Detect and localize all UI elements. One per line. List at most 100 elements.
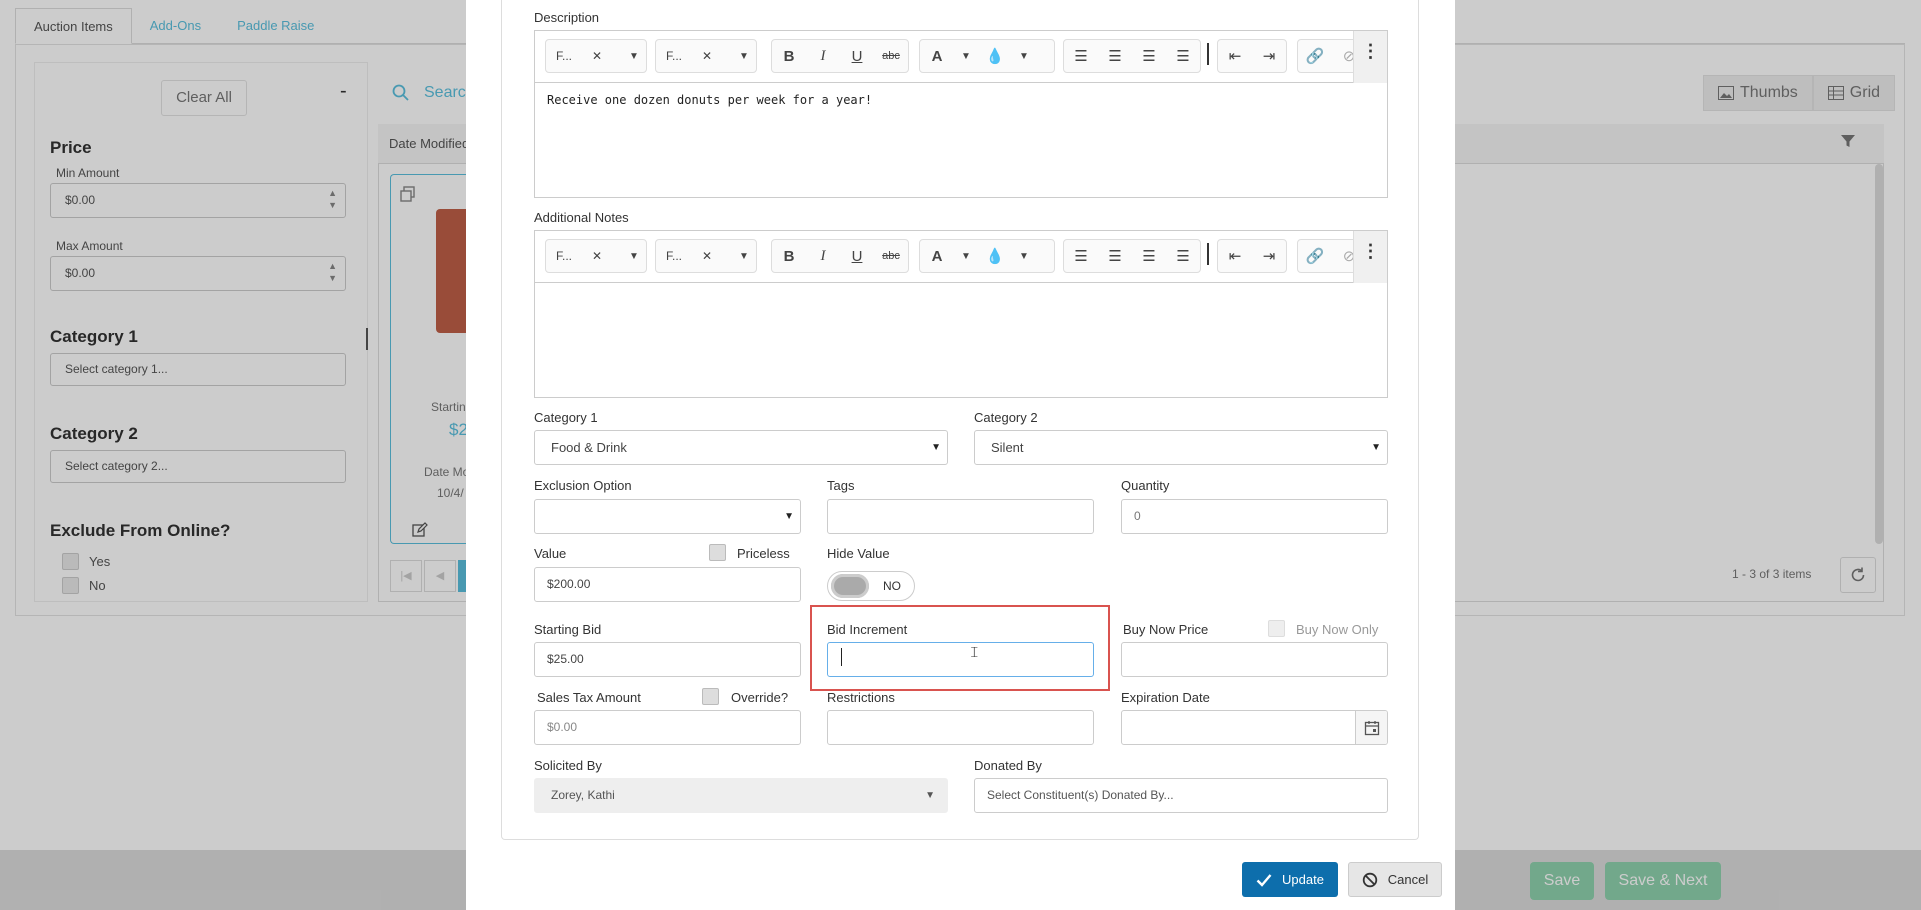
chevron-down-icon[interactable]: ▼ <box>954 51 978 62</box>
starting-bid-input[interactable]: $25.00 <box>534 642 801 677</box>
text-cursor <box>841 648 842 666</box>
clear-icon[interactable]: ✕ <box>592 49 602 63</box>
tags-label: Tags <box>827 478 855 493</box>
align-center-icon[interactable]: ☰ <box>1132 247 1166 265</box>
buy-now-price-input[interactable] <box>1121 642 1388 677</box>
background-color-icon[interactable]: 💧 <box>978 247 1012 265</box>
starting-bid-label: Starting Bid <box>534 622 602 637</box>
underline-button[interactable]: U <box>840 48 874 65</box>
hide-value-label: Hide Value <box>827 546 890 561</box>
font-size-dropdown[interactable]: F... ✕ ▼ <box>655 39 757 73</box>
calendar-icon[interactable] <box>1355 711 1387 744</box>
exclusion-select[interactable]: ▼ <box>534 499 801 534</box>
toggle-state: NO <box>883 579 901 593</box>
buy-now-only-checkbox[interactable] <box>1268 620 1285 637</box>
chevron-down-icon[interactable]: ▼ <box>732 251 756 262</box>
align-group: ☰ ☰ ☰ ☰ <box>1063 39 1201 73</box>
font-size-dropdown[interactable]: F... ✕ ▼ <box>655 239 757 273</box>
quantity-input[interactable]: 0 <box>1121 499 1388 534</box>
description-editor[interactable]: F... ✕ ▼ F... ✕ ▼ B I U abc A ▼ 💧 ▼ ☰ ☰ ☰ ☰ … <box>534 30 1388 198</box>
buy-now-only-label: Buy Now Only <box>1296 622 1379 637</box>
category2-select[interactable]: Silent ▼ <box>974 430 1388 465</box>
cancel-label: Cancel <box>1387 872 1429 887</box>
chevron-down-icon[interactable]: ▼ <box>1012 251 1036 262</box>
editor-toolbar: F... ✕ ▼ F... ✕ ▼ B I U abc A ▼ 💧 ▼ ☰ ☰ ☰ ☰ … <box>535 31 1387 83</box>
chevron-down-icon[interactable]: ▼ <box>954 251 978 262</box>
chevron-down-icon: ▼ <box>784 511 794 522</box>
clear-icon[interactable]: ✕ <box>702 49 712 63</box>
solicited-by-select[interactable]: Zorey, Kathi ▼ <box>534 778 948 813</box>
font-color-button[interactable]: A <box>920 248 954 265</box>
more-icon[interactable]: ⋮ <box>1353 31 1387 83</box>
chevron-down-icon[interactable]: ▼ <box>622 251 646 262</box>
sales-tax-input[interactable]: $0.00 <box>534 710 801 745</box>
align-group: ☰ ☰ ☰ ☰ <box>1063 239 1201 273</box>
category1-select[interactable]: Food & Drink ▼ <box>534 430 948 465</box>
align-left-icon[interactable]: ☰ <box>1064 47 1098 65</box>
donated-by-label: Donated By <box>974 758 1042 773</box>
tags-input[interactable] <box>827 499 1094 534</box>
italic-button[interactable]: I <box>806 48 840 65</box>
update-button[interactable]: Update <box>1242 862 1338 897</box>
bold-button[interactable]: B <box>772 48 806 65</box>
color-group: A ▼ 💧 ▼ <box>919 39 1055 73</box>
indent-icon[interactable]: ⇥ <box>1252 47 1286 65</box>
value-input[interactable]: $200.00 <box>534 567 801 602</box>
buy-now-price-label: Buy Now Price <box>1123 622 1209 637</box>
sales-tax-label: Sales Tax Amount <box>537 690 641 705</box>
font-name-value: F... <box>556 49 573 63</box>
category2-value: Silent <box>991 440 1024 455</box>
update-label: Update <box>1282 872 1324 887</box>
solicited-by-label: Solicited By <box>534 758 602 773</box>
strikethrough-button[interactable]: abc <box>874 50 908 62</box>
expiration-date-label: Expiration Date <box>1121 690 1210 705</box>
strikethrough-button[interactable]: abc <box>874 250 908 262</box>
chevron-down-icon[interactable]: ▼ <box>732 51 756 62</box>
clear-icon[interactable]: ✕ <box>592 249 602 263</box>
additional-notes-label: Additional Notes <box>534 210 629 225</box>
toolbar-separator <box>1207 243 1209 265</box>
align-right-icon[interactable]: ☰ <box>1098 47 1132 65</box>
background-color-icon[interactable]: 💧 <box>978 47 1012 65</box>
priceless-label: Priceless <box>737 546 790 561</box>
color-group: A ▼ 💧 ▼ <box>919 239 1055 273</box>
clear-icon[interactable]: ✕ <box>702 249 712 263</box>
outdent-icon[interactable]: ⇤ <box>1218 47 1252 65</box>
restrictions-input[interactable] <box>827 710 1094 745</box>
restrictions-label: Restrictions <box>827 690 895 705</box>
font-name-dropdown[interactable]: F... ✕ ▼ <box>545 39 647 73</box>
underline-button[interactable]: U <box>840 248 874 265</box>
ban-icon <box>1362 872 1377 887</box>
chevron-down-icon: ▼ <box>931 442 941 453</box>
align-justify-icon[interactable]: ☰ <box>1166 247 1200 265</box>
italic-button[interactable]: I <box>806 248 840 265</box>
align-center-icon[interactable]: ☰ <box>1132 47 1166 65</box>
align-left-icon[interactable]: ☰ <box>1064 247 1098 265</box>
font-color-button[interactable]: A <box>920 48 954 65</box>
chevron-down-icon[interactable]: ▼ <box>1012 51 1036 62</box>
override-checkbox[interactable] <box>702 688 719 705</box>
description-text: Receive one dozen donuts per week for a … <box>547 93 873 107</box>
cancel-button[interactable]: Cancel <box>1348 862 1442 897</box>
indent-icon[interactable]: ⇥ <box>1252 247 1286 265</box>
link-icon[interactable]: 🔗 <box>1298 247 1332 265</box>
expiration-date-input[interactable] <box>1121 710 1388 745</box>
additional-notes-editor[interactable]: F... ✕ ▼ F... ✕ ▼ B I U abc A ▼ 💧 ▼ ☰ ☰ ☰ ☰ … <box>534 230 1388 398</box>
bid-increment-input[interactable] <box>827 642 1094 677</box>
chevron-down-icon[interactable]: ▼ <box>622 51 646 62</box>
hide-value-toggle[interactable]: NO <box>827 571 915 601</box>
priceless-checkbox[interactable] <box>709 544 726 561</box>
link-icon[interactable]: 🔗 <box>1298 47 1332 65</box>
quantity-label: Quantity <box>1121 478 1170 493</box>
more-icon[interactable]: ⋮ <box>1353 231 1387 283</box>
font-size-value: F... <box>666 249 683 263</box>
outdent-icon[interactable]: ⇤ <box>1218 247 1252 265</box>
ibeam-cursor-icon: 𝙸 <box>969 644 980 661</box>
bid-increment-label: Bid Increment <box>827 622 908 637</box>
toolbar-separator <box>1207 43 1209 65</box>
align-justify-icon[interactable]: ☰ <box>1166 47 1200 65</box>
bold-button[interactable]: B <box>772 248 806 265</box>
donated-by-select[interactable]: Select Constituent(s) Donated By... <box>974 778 1388 813</box>
font-name-dropdown[interactable]: F... ✕ ▼ <box>545 239 647 273</box>
align-right-icon[interactable]: ☰ <box>1098 247 1132 265</box>
